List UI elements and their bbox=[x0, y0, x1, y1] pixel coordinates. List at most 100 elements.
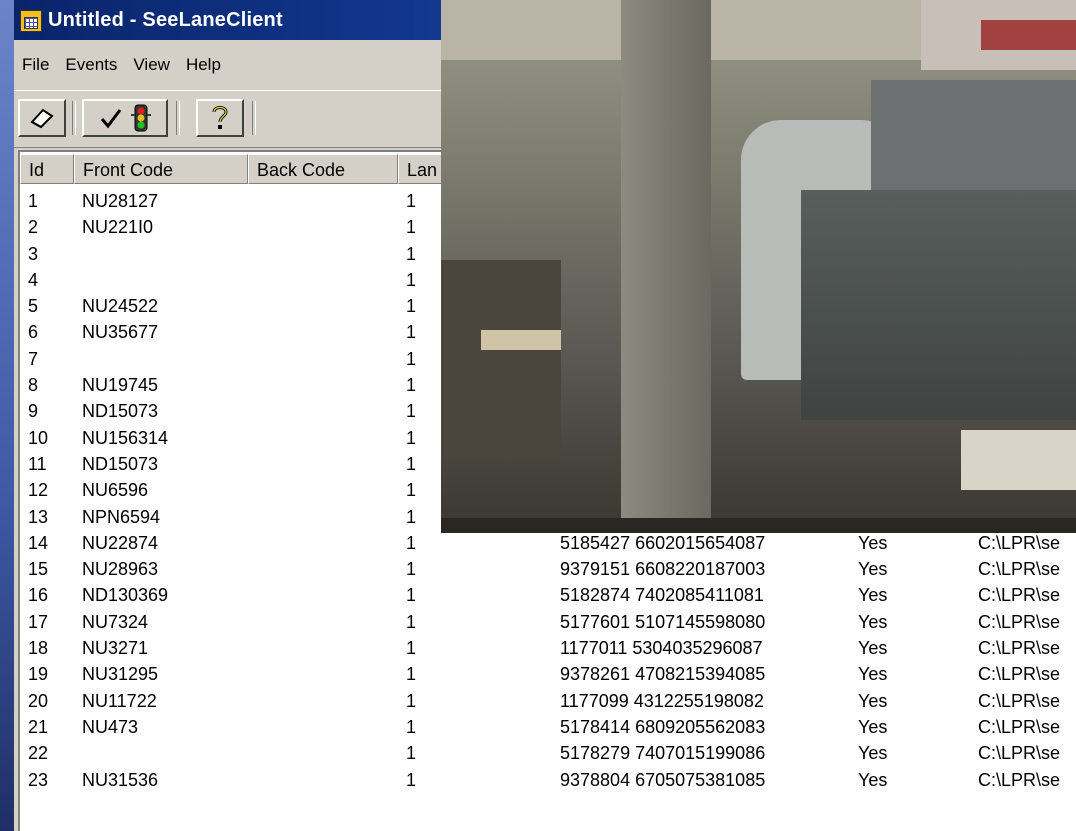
table-row[interactable]: 23 NU31536 1 9378804 6705075381085 Yes C:\LPR… bbox=[20, 767, 1076, 793]
menu-events[interactable]: Events bbox=[57, 55, 125, 75]
table-row[interactable]: 17 NU7324 1 5177601 5107145598080 Yes C:\LPR\… bbox=[20, 609, 1076, 635]
cell-id: 11 bbox=[28, 453, 47, 474]
table-row[interactable]: 15 NU28963 1 9379151 6608220187003 Yes C:\LPR… bbox=[20, 556, 1076, 582]
cell-front: NU11722 bbox=[82, 690, 157, 711]
cell-id: 23 bbox=[28, 769, 49, 790]
cell-id: 19 bbox=[28, 664, 49, 685]
clear-button[interactable] bbox=[18, 99, 66, 137]
cell-ok: Yes bbox=[858, 638, 888, 659]
toolbar-separator bbox=[252, 101, 256, 135]
cell-lane: 1 bbox=[406, 480, 417, 501]
cell-ok: Yes bbox=[858, 769, 888, 790]
cell-nums: 5178414 6809205562083 bbox=[560, 716, 766, 737]
cell-id: 21 bbox=[28, 716, 49, 737]
column-header-front-code[interactable]: Front Code bbox=[74, 154, 248, 184]
table-row[interactable]: 18 NU3271 1 1177011 5304035296087 Yes C:\LPR\… bbox=[20, 635, 1076, 661]
cell-lane: 1 bbox=[406, 716, 417, 737]
cell-lane: 1 bbox=[406, 375, 417, 396]
cell-lane: 1 bbox=[406, 690, 417, 711]
cell-lane: 1 bbox=[406, 532, 417, 553]
table-row[interactable]: 22 1 5178279 7407015199086 Yes C:\LPR\se bbox=[20, 740, 1076, 766]
cell-path: C:\LPR\se bbox=[978, 743, 1061, 764]
menu-view[interactable]: View bbox=[125, 55, 178, 75]
table-row[interactable]: 16 ND130369 1 5182874 7402085411081 Yes C:\LP… bbox=[20, 582, 1076, 608]
help-button[interactable] bbox=[196, 99, 244, 137]
window-title: Untitled - SeeLaneClient bbox=[48, 8, 283, 31]
column-header-back-code[interactable]: Back Code bbox=[248, 154, 398, 184]
cell-ok: Yes bbox=[858, 690, 888, 711]
cell-nums: 1177099 4312255198082 bbox=[560, 690, 764, 711]
cell-lane: 1 bbox=[406, 401, 417, 422]
cell-nums: 5185427 6602015654087 bbox=[560, 532, 766, 553]
cell-id: 3 bbox=[28, 243, 39, 264]
cell-id: 2 bbox=[28, 217, 39, 238]
cell-lane: 1 bbox=[406, 322, 417, 343]
column-header-id[interactable]: Id bbox=[20, 154, 74, 184]
cell-front: NU6596 bbox=[82, 480, 149, 501]
cell-front: NU24522 bbox=[82, 296, 159, 317]
table-row[interactable]: 14 NU22874 1 5185427 6602015654087 Yes C:\LPR… bbox=[20, 530, 1076, 556]
cell-id: 15 bbox=[28, 559, 49, 580]
cell-lane: 1 bbox=[406, 638, 417, 659]
table-row[interactable]: 19 NU31295 1 9378261 4708215394085 Yes C:\LPR… bbox=[20, 661, 1076, 687]
cell-nums: 5178279 7407015199086 bbox=[560, 743, 766, 764]
cell-id: 9 bbox=[28, 401, 39, 422]
cell-path: C:\LPR\se bbox=[978, 716, 1061, 737]
cell-lane: 1 bbox=[406, 269, 417, 290]
cell-front: NU3271 bbox=[82, 638, 149, 659]
menu-file[interactable]: File bbox=[14, 55, 57, 75]
cell-path: C:\LPR\se bbox=[978, 690, 1061, 711]
cell-lane: 1 bbox=[406, 769, 417, 790]
cell-nums: 1177011 5304035296087 bbox=[560, 638, 763, 659]
cell-id: 7 bbox=[28, 348, 39, 369]
cell-ok: Yes bbox=[858, 743, 888, 764]
cell-id: 10 bbox=[28, 427, 49, 448]
cell-lane: 1 bbox=[406, 427, 417, 448]
cell-ok: Yes bbox=[858, 664, 888, 685]
eraser-icon bbox=[30, 108, 54, 129]
cell-path: C:\LPR\se bbox=[978, 611, 1061, 632]
cell-path: C:\LPR\se bbox=[978, 585, 1061, 606]
cell-lane: 1 bbox=[406, 611, 417, 632]
cell-nums: 5182874 7402085411081 bbox=[560, 585, 764, 606]
cell-id: 16 bbox=[28, 585, 49, 606]
help-icon bbox=[212, 106, 228, 129]
cell-front: NU31295 bbox=[82, 664, 159, 685]
cell-path: C:\LPR\se bbox=[978, 769, 1061, 790]
cell-ok: Yes bbox=[858, 532, 888, 553]
cell-front: NU28127 bbox=[82, 191, 159, 211]
cell-front: ND15073 bbox=[82, 401, 159, 422]
approve-button[interactable] bbox=[82, 99, 168, 137]
cell-lane: 1 bbox=[406, 585, 417, 606]
cell-path: C:\LPR\se bbox=[978, 559, 1061, 580]
cell-lane: 1 bbox=[406, 191, 417, 211]
cell-lane: 1 bbox=[406, 743, 417, 764]
cell-lane: 1 bbox=[406, 243, 417, 264]
cell-front: NU7324 bbox=[82, 611, 149, 632]
cell-id: 13 bbox=[28, 506, 49, 527]
table-row[interactable]: 20 NU11722 1 1177099 4312255198082 Yes C:\LPR… bbox=[20, 688, 1076, 714]
cell-id: 17 bbox=[28, 611, 49, 632]
cell-id: 1 bbox=[28, 191, 39, 211]
cell-id: 12 bbox=[28, 480, 49, 501]
cell-front: NU35677 bbox=[82, 322, 159, 343]
cell-front: ND130369 bbox=[82, 585, 169, 606]
cell-id: 6 bbox=[28, 322, 39, 343]
app-icon bbox=[18, 8, 42, 32]
menu-help[interactable]: Help bbox=[178, 55, 229, 75]
cell-lane: 1 bbox=[406, 217, 417, 238]
traffic-light-icon bbox=[131, 104, 151, 132]
cell-path: C:\LPR\se bbox=[978, 532, 1061, 553]
cell-id: 20 bbox=[28, 690, 49, 711]
cell-ok: Yes bbox=[858, 559, 888, 580]
cell-id: 18 bbox=[28, 638, 49, 659]
cell-ok: Yes bbox=[858, 585, 888, 606]
cell-front: NU31536 bbox=[82, 769, 159, 790]
desktop-background bbox=[0, 0, 14, 831]
cell-front: ND15073 bbox=[82, 453, 159, 474]
cell-id: 14 bbox=[28, 532, 49, 553]
table-row[interactable]: 21 NU473 1 5178414 6809205562083 Yes C:\LPR\s… bbox=[20, 714, 1076, 740]
cell-id: 8 bbox=[28, 375, 39, 396]
cell-front: NU156314 bbox=[82, 427, 169, 448]
cell-path: C:\LPR\se bbox=[978, 638, 1061, 659]
